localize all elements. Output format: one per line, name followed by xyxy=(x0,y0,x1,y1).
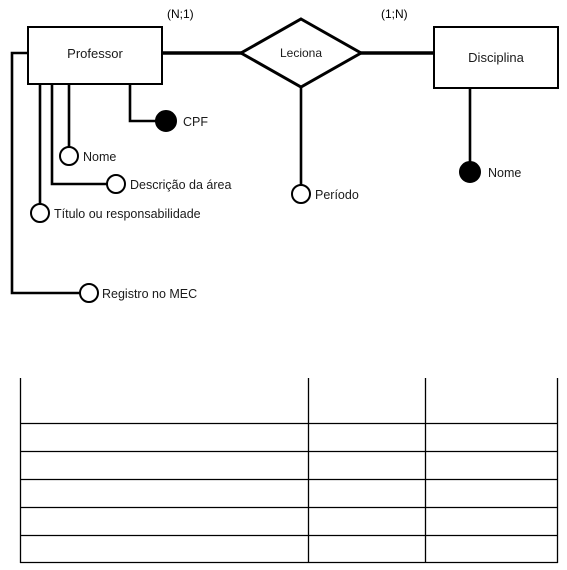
attribute-registro-mec-circle[interactable] xyxy=(79,283,99,303)
attribute-nome-professor[interactable]: Nome xyxy=(59,146,116,166)
cardinality-leciona-disciplina: (1;N) xyxy=(381,7,408,21)
entity-professor[interactable]: Professor xyxy=(27,26,163,85)
attribute-titulo-responsabilidade-label: Título ou responsabilidade xyxy=(54,207,201,221)
attribute-descricao-area-label: Descrição da área xyxy=(130,178,231,192)
entity-professor-label: Professor xyxy=(67,46,123,61)
attribute-cpf-circle[interactable] xyxy=(155,110,177,132)
link-professor-descricao xyxy=(50,84,107,186)
attribute-descricao-area[interactable]: Descrição da área xyxy=(106,174,231,194)
attribute-nome-disciplina[interactable]: Nome xyxy=(459,161,521,183)
attribute-nome-professor-circle[interactable] xyxy=(59,146,79,166)
er-diagram-svg: Professor Leciona Disciplina (N;1) (1;N)… xyxy=(10,7,559,564)
er-diagram-canvas: Professor Leciona Disciplina (N;1) (1;N)… xyxy=(0,0,567,570)
attribute-titulo-responsabilidade-circle[interactable] xyxy=(30,203,50,223)
attribute-periodo[interactable]: Período xyxy=(291,184,359,204)
attribute-descricao-area-circle[interactable] xyxy=(106,174,126,194)
attribute-titulo-responsabilidade[interactable]: Título ou responsabilidade xyxy=(30,203,201,223)
attribute-registro-mec[interactable]: Registro no MEC xyxy=(79,283,197,303)
link-professor-cpf xyxy=(128,84,156,123)
attribute-periodo-label: Período xyxy=(315,188,359,202)
entity-disciplina-label: Disciplina xyxy=(468,50,524,65)
entity-disciplina[interactable]: Disciplina xyxy=(433,26,559,89)
attribute-registro-mec-label: Registro no MEC xyxy=(102,287,197,301)
attribute-nome-professor-label: Nome xyxy=(83,150,116,164)
relationship-leciona[interactable]: Leciona xyxy=(237,17,365,89)
relationship-leciona-label: Leciona xyxy=(280,46,322,60)
attribute-nome-disciplina-label: Nome xyxy=(488,166,521,180)
connector-lines xyxy=(10,51,472,295)
cardinality-professor-leciona: (N;1) xyxy=(167,7,194,21)
attribute-nome-disciplina-circle[interactable] xyxy=(459,161,481,183)
data-table[interactable] xyxy=(19,378,559,564)
attribute-periodo-circle[interactable] xyxy=(291,184,311,204)
attribute-cpf[interactable]: CPF xyxy=(155,110,208,132)
attribute-cpf-label: CPF xyxy=(183,115,208,129)
